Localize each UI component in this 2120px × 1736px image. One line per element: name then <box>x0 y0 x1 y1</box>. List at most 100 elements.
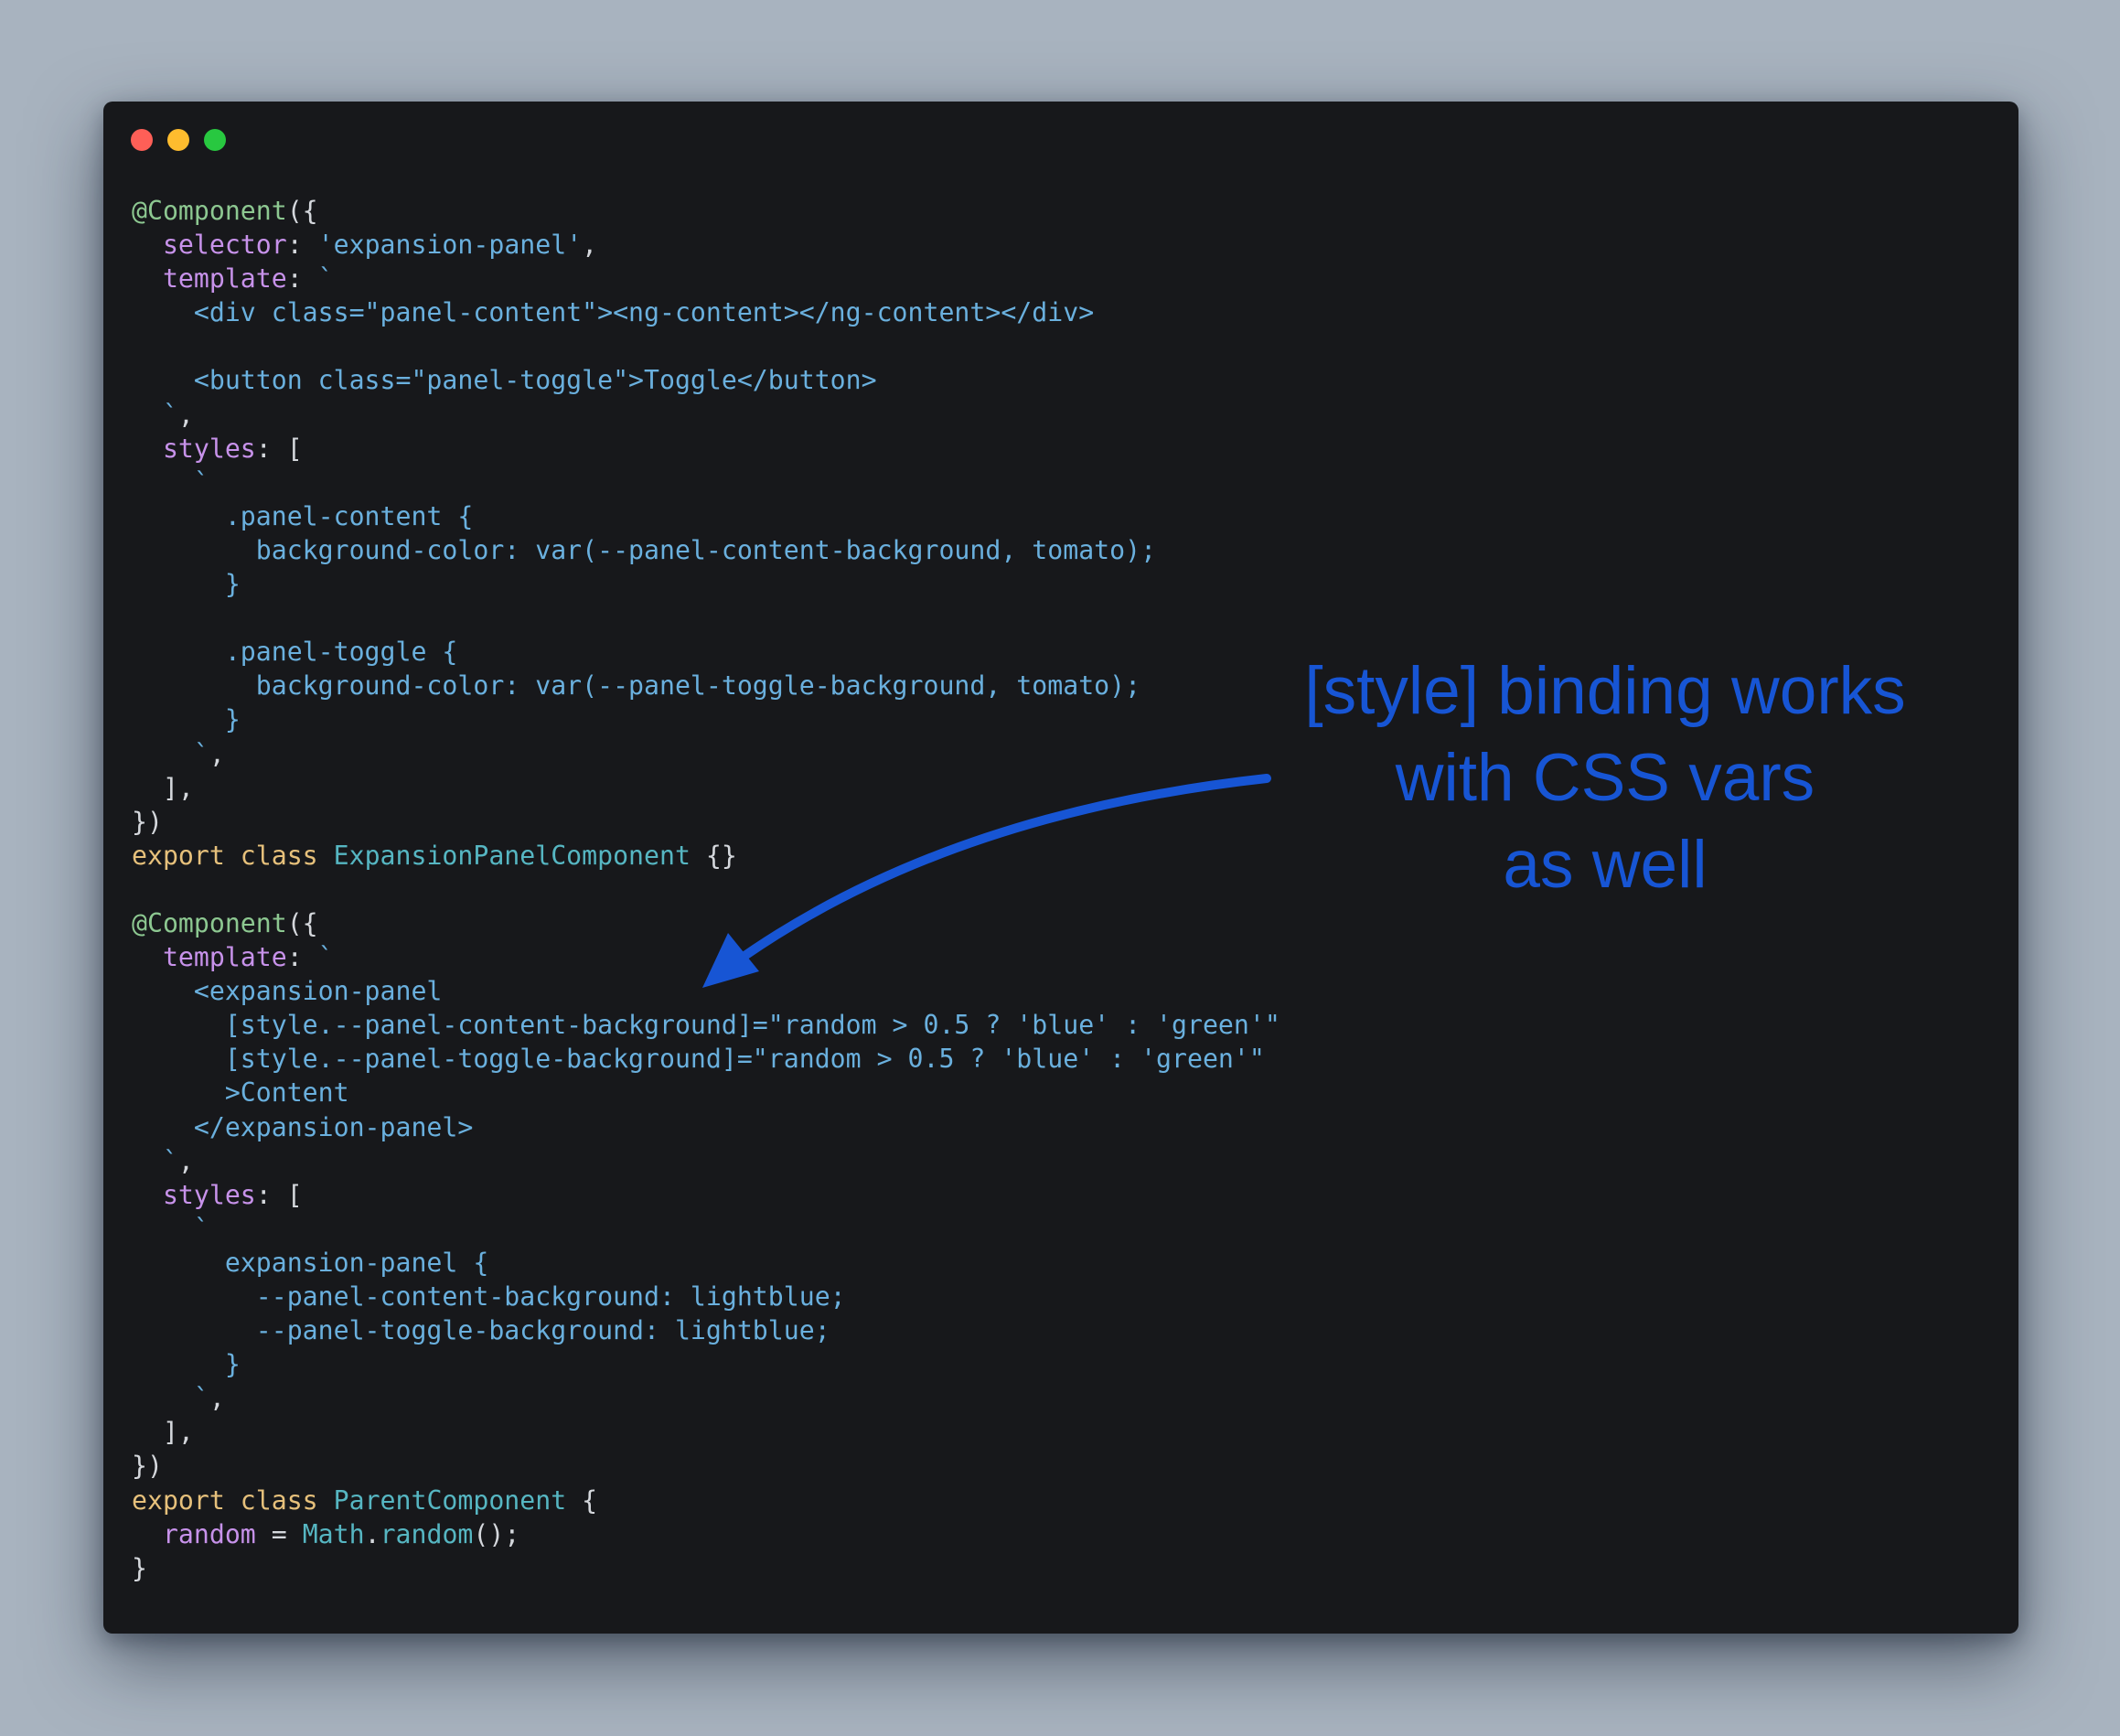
code-line: template: ` <box>132 940 1280 974</box>
code-line: .panel-content { <box>132 499 1280 533</box>
code-token: .panel-toggle { <box>132 637 458 668</box>
code-token: template <box>162 942 287 973</box>
code-token: --panel-toggle-background: lightblue; <box>132 1315 830 1346</box>
code-token: ` <box>132 1145 178 1176</box>
code-line: } <box>132 702 1280 736</box>
code-line: `, <box>132 398 1280 432</box>
code-token: random <box>380 1518 474 1549</box>
code-line: ], <box>132 1415 1280 1449</box>
code-token: ` <box>317 942 334 973</box>
annotation-line-3: as well <box>1503 828 1708 902</box>
code-token: selector <box>162 230 287 261</box>
code-line: random = Math.random(); <box>132 1517 1280 1551</box>
code-token: Math <box>302 1518 365 1549</box>
code-token: : [ <box>255 433 303 464</box>
code-token: ` <box>132 738 209 769</box>
code-token: , <box>209 1383 225 1414</box>
code-token: (); <box>473 1518 520 1549</box>
code-token: ` <box>132 399 178 430</box>
code-token: @Component <box>132 196 287 226</box>
code-token: {} <box>690 840 737 871</box>
code-line: } <box>132 1551 1280 1585</box>
code-token: <div class="panel-content"><ng-content><… <box>132 297 1095 328</box>
annotation-line-2: with CSS vars <box>1395 741 1815 815</box>
code-token: styles <box>162 433 256 464</box>
code-line: export class ParentComponent { <box>132 1484 1280 1517</box>
code-token: ({ <box>286 907 318 938</box>
code-token: { <box>566 1484 598 1516</box>
code-line: }) <box>132 1449 1280 1483</box>
code-line: <expansion-panel <box>132 974 1280 1008</box>
code-token: }) <box>132 1451 163 1482</box>
code-line: `, <box>132 737 1280 771</box>
code-line: selector: 'expansion-panel', <box>132 228 1280 262</box>
code-line: ` <box>132 1212 1280 1246</box>
code-token: = <box>255 1518 303 1549</box>
code-token: export class <box>132 840 334 871</box>
code-token: [style.--panel-content-background]="rand… <box>132 1010 1280 1041</box>
code-token: , <box>177 399 194 430</box>
code-token: : <box>286 942 318 973</box>
code-line: } <box>132 1347 1280 1381</box>
code-line: expansion-panel { <box>132 1246 1280 1280</box>
code-line: `, <box>132 1381 1280 1415</box>
code-line: .panel-toggle { <box>132 635 1280 669</box>
code-line: styles: [ <box>132 1178 1280 1212</box>
code-token: <expansion-panel <box>132 976 443 1007</box>
code-token: expansion-panel { <box>132 1247 489 1278</box>
code-token: ExpansionPanelComponent <box>333 840 691 871</box>
code-line: template: ` <box>132 262 1280 295</box>
code-token: <button class="panel-toggle">Toggle</but… <box>132 365 877 396</box>
code-token: styles <box>162 1179 256 1210</box>
minimize-icon[interactable] <box>167 129 189 151</box>
code-line: ` <box>132 466 1280 499</box>
code-line: }) <box>132 805 1280 839</box>
code-token: ` <box>317 263 334 295</box>
code-token: [style.--panel-toggle-background]="rando… <box>132 1044 1265 1075</box>
code-token: random <box>162 1518 256 1549</box>
code-line: export class ExpansionPanelComponent {} <box>132 839 1280 873</box>
code-token: } <box>132 1552 147 1583</box>
code-token: 'expansion-panel' <box>317 230 583 261</box>
annotation-line-1: [style] binding works <box>1304 654 1906 728</box>
code-line: } <box>132 567 1280 601</box>
code-token: , <box>582 230 598 261</box>
code-token: template <box>162 263 287 295</box>
code-token: . <box>364 1518 380 1549</box>
window-controls <box>131 129 226 151</box>
code-token: } <box>132 569 241 600</box>
code-token: </expansion-panel> <box>132 1111 474 1142</box>
code-line: `, <box>132 1144 1280 1178</box>
code-token: } <box>132 704 241 735</box>
code-token: ], <box>132 1417 194 1448</box>
code-token: >Content <box>132 1077 349 1109</box>
maximize-icon[interactable] <box>204 129 226 151</box>
annotation-text: [style] binding works with CSS vars as w… <box>1253 648 1957 908</box>
code-line: @Component({ <box>132 194 1280 228</box>
code-token: background-color: var(--panel-toggle-bac… <box>132 670 1141 702</box>
code-token: , <box>177 1145 194 1176</box>
code-token: .panel-content { <box>132 500 474 531</box>
code-token: ` <box>132 466 209 498</box>
code-line: --panel-content-background: lightblue; <box>132 1280 1280 1313</box>
code-line: [style.--panel-toggle-background]="rando… <box>132 1042 1280 1076</box>
code-line: ], <box>132 771 1280 805</box>
code-line: @Component({ <box>132 906 1280 940</box>
code-token: ], <box>132 772 194 803</box>
code-token: , <box>209 738 225 769</box>
code-token: }) <box>132 806 163 837</box>
code-token: : <box>286 230 318 261</box>
code-line: styles: [ <box>132 432 1280 466</box>
code-token: ParentComponent <box>333 1484 567 1516</box>
code-line: </expansion-panel> <box>132 1110 1280 1144</box>
close-icon[interactable] <box>131 129 153 151</box>
